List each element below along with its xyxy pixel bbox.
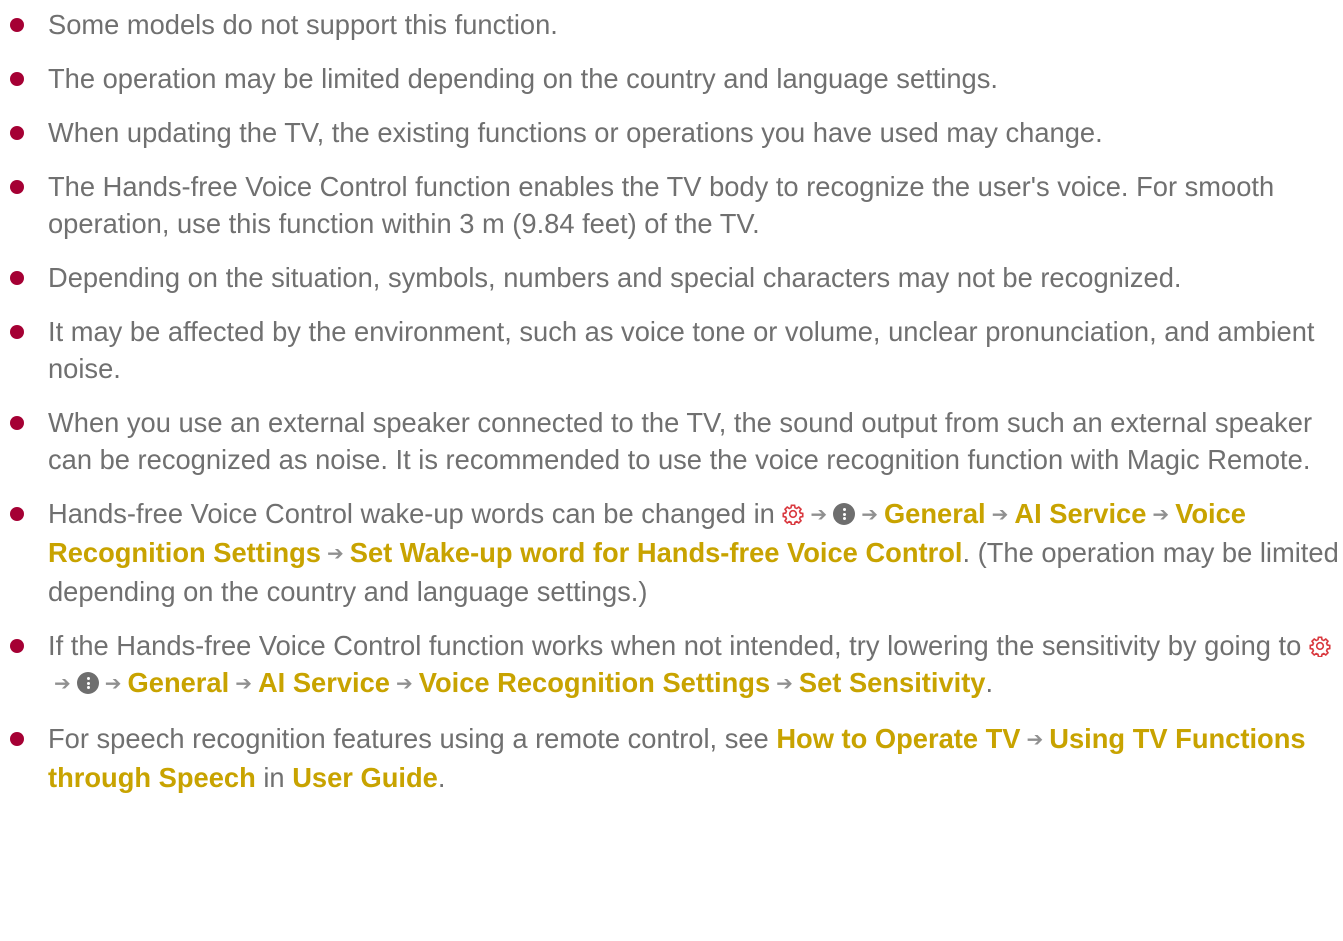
note-text: When updating the TV, the existing funct… <box>48 117 1103 148</box>
note-item: When updating the TV, the existing funct… <box>0 114 1343 151</box>
more-icon <box>76 672 99 694</box>
bullet-icon <box>10 125 24 140</box>
note-text: For speech recognition features using a … <box>48 723 769 754</box>
note-text: Some models do not support this function… <box>48 9 558 40</box>
notes-list: Some models do not support this function… <box>0 6 1343 813</box>
gear-icon <box>782 503 804 525</box>
bullet-icon <box>10 17 24 32</box>
menu-path-voice-recognition-settings: Voice Recognition Settings <box>418 667 771 698</box>
bullet-icon <box>10 270 24 285</box>
bullet-icon <box>10 506 24 521</box>
note-item: The Hands-free Voice Control function en… <box>0 168 1343 242</box>
note-item: If the Hands-free Voice Control function… <box>0 627 1343 703</box>
arrow-right-icon: ➔ <box>991 504 1009 526</box>
bullet-icon <box>10 179 24 194</box>
arrow-right-icon: ➔ <box>776 673 793 695</box>
note-item: Some models do not support this function… <box>0 6 1343 43</box>
note-text: Depending on the situation, symbols, num… <box>48 262 1182 293</box>
note-text: . <box>437 762 446 793</box>
bullet-icon <box>10 731 24 746</box>
menu-path-ai-service: AI Service <box>257 667 390 698</box>
arrow-right-icon: ➔ <box>1026 729 1044 751</box>
note-item: For speech recognition features using a … <box>0 720 1343 796</box>
note-text: When you use an external speaker connect… <box>48 407 1313 475</box>
note-item: It may be affected by the environment, s… <box>0 313 1343 387</box>
menu-path-general: General <box>883 498 986 529</box>
note-text: in <box>263 762 285 793</box>
note-text: If the Hands-free Voice Control function… <box>48 630 1302 661</box>
arrow-right-icon: ➔ <box>861 504 878 526</box>
arrow-right-icon: ➔ <box>326 543 344 565</box>
gear-icon <box>1309 635 1331 657</box>
arrow-right-icon: ➔ <box>104 673 122 695</box>
note-text: The operation may be limited depending o… <box>48 63 998 94</box>
note-text: It may be affected by the environment, s… <box>48 316 1315 384</box>
bullet-icon <box>10 324 24 339</box>
user-guide-link: User Guide <box>292 762 438 793</box>
note-item: When you use an external speaker connect… <box>0 404 1343 478</box>
arrow-right-icon: ➔ <box>54 673 71 695</box>
menu-path-set-sensitivity: Set Sensitivity <box>798 667 986 698</box>
arrow-right-icon: ➔ <box>396 673 413 695</box>
bullet-icon <box>10 638 24 653</box>
note-item: The operation may be limited depending o… <box>0 60 1343 97</box>
arrow-right-icon: ➔ <box>810 504 828 526</box>
note-text: The Hands-free Voice Control function en… <box>48 171 1275 239</box>
bullet-icon <box>10 415 24 430</box>
menu-path-general: General <box>127 667 230 698</box>
menu-path-ai-service: AI Service <box>1014 498 1147 529</box>
bullet-icon <box>10 71 24 86</box>
note-item: Depending on the situation, symbols, num… <box>0 259 1343 296</box>
guide-path-how-to-operate-tv: How to Operate TV <box>776 723 1021 754</box>
more-icon <box>833 503 856 525</box>
note-text: . <box>985 667 994 698</box>
note-text: Hands-free Voice Control wake-up words c… <box>48 498 775 529</box>
arrow-right-icon: ➔ <box>1152 504 1170 526</box>
arrow-right-icon: ➔ <box>235 673 252 695</box>
note-item: Hands-free Voice Control wake-up words c… <box>0 495 1343 610</box>
menu-path-set-wake-up-word: Set Wake-up word for Hands-free Voice Co… <box>349 537 963 568</box>
